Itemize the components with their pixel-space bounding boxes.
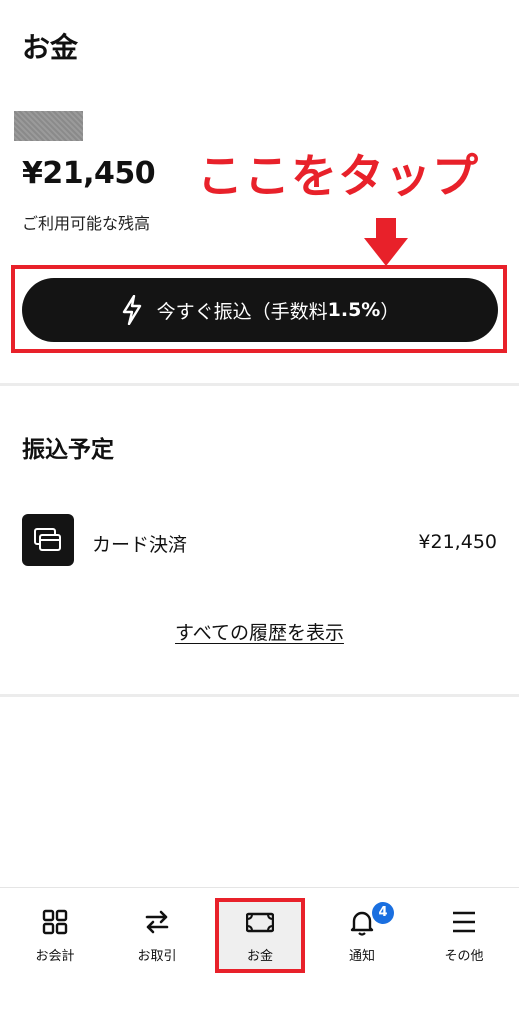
transaction-label: カード決済 [92, 534, 188, 556]
section-divider [0, 383, 519, 386]
grid-icon [42, 909, 68, 935]
transfer-button-label-end: ） [380, 300, 400, 323]
balance-label: ご利用可能な残高 [22, 214, 151, 233]
nav-label: その他 [444, 949, 484, 964]
scheduled-title: 振込予定 [22, 437, 114, 463]
notification-badge: 4 [372, 902, 394, 924]
menu-icon [453, 911, 475, 933]
money-screen: お金 ¥21,450 ご利用可能な残高 ここをタップ 今すぐ振込（手数料 1.5%… [0, 0, 519, 1024]
arrow-down-icon [364, 218, 408, 266]
transfer-fee-percent: 1.5% [327, 299, 381, 321]
transfer-arrows-icon [145, 910, 169, 934]
tap-here-annotation: ここをタップ [197, 149, 479, 203]
list-item[interactable]: カード決済 ¥21,450 [0, 510, 519, 574]
nav-label: お取引 [137, 949, 177, 964]
money-nav-highlight-box [215, 898, 305, 973]
card-payment-icon [22, 514, 74, 566]
nav-item-notifications[interactable]: 4 通知 [317, 898, 407, 970]
section-divider [0, 694, 519, 697]
lightning-icon [122, 295, 141, 325]
page-title: お金 [22, 31, 79, 64]
transaction-amount: ¥21,450 [418, 531, 497, 553]
nav-label: 通知 [348, 949, 375, 964]
nav-label: お会計 [35, 949, 75, 964]
redacted-block [14, 111, 83, 141]
transfer-button-label: 今すぐ振込（手数料 [156, 300, 328, 323]
nav-item-checkout[interactable]: お会計 [10, 898, 100, 970]
nav-item-transactions[interactable]: お取引 [112, 898, 202, 970]
view-all-history-link[interactable]: すべての履歴を表示 [0, 618, 519, 645]
nav-item-more[interactable]: その他 [419, 898, 509, 970]
instant-transfer-button[interactable]: 今すぐ振込（手数料 1.5%） [22, 278, 498, 342]
balance-amount: ¥21,450 [22, 156, 156, 191]
